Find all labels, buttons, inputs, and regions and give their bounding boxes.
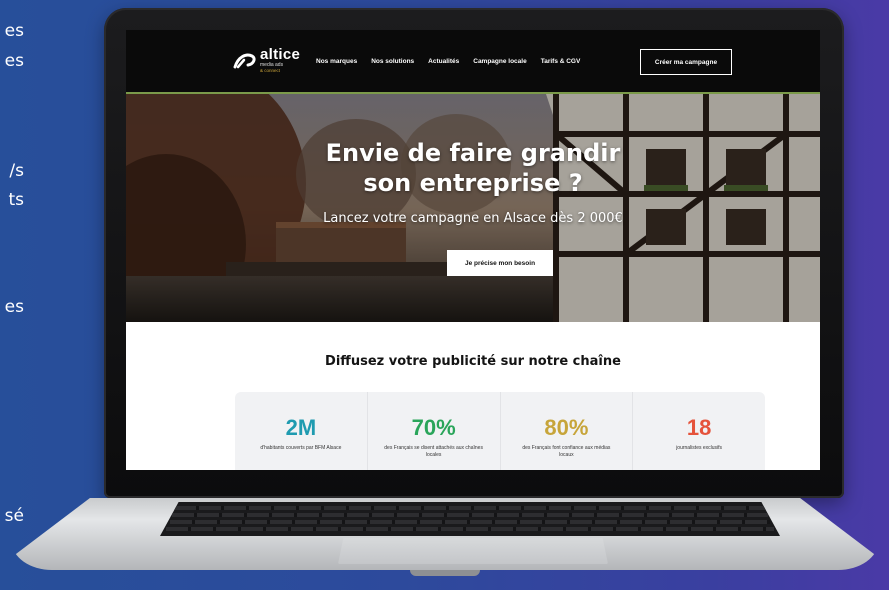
side-fragment: es bbox=[4, 297, 24, 317]
stat-card: 70% des Français se disent attachés aux … bbox=[368, 392, 501, 470]
stat-value: 70% bbox=[411, 415, 456, 440]
laptop-base-notch bbox=[410, 570, 480, 576]
stat-value: 2M bbox=[285, 415, 317, 440]
nav-item-nos-marques[interactable]: Nos marques bbox=[316, 58, 357, 65]
hero-title: Envie de faire grandir son entreprise ? bbox=[126, 138, 820, 198]
stat-label: des Français se disent attachés aux chaî… bbox=[384, 445, 483, 458]
hero-banner: Envie de faire grandir son entreprise ? … bbox=[126, 94, 820, 322]
side-fragment: es bbox=[4, 21, 24, 41]
stat-card: 80% des Français font confiance aux médi… bbox=[501, 392, 634, 470]
create-campaign-button[interactable]: Créer ma campagne bbox=[640, 49, 732, 75]
side-fragment: s/ bbox=[9, 161, 24, 181]
main-nav: Nos marques Nos solutions Actualités Cam… bbox=[316, 58, 594, 65]
side-fragment: sé bbox=[4, 506, 24, 526]
stat-card: 18 journalistes exclusifs bbox=[633, 392, 765, 470]
site-header: altice media ads & connect Nos marques N… bbox=[126, 30, 820, 94]
specify-need-button[interactable]: Je précise mon besoin bbox=[447, 250, 553, 276]
laptop-keyboard bbox=[160, 502, 780, 536]
hero-title-line-1: Envie de faire grandir bbox=[325, 139, 621, 167]
stat-value: 80% bbox=[544, 415, 589, 440]
side-fragment: ts bbox=[8, 190, 24, 210]
nav-item-nos-solutions[interactable]: Nos solutions bbox=[371, 58, 414, 65]
hero-title-line-2: son entreprise ? bbox=[363, 169, 583, 197]
stat-label: journalistes exclusifs bbox=[676, 445, 723, 451]
strasbourg-photo bbox=[126, 94, 820, 322]
logo-subtitle-2: & connect bbox=[260, 68, 281, 73]
nav-item-actualites[interactable]: Actualités bbox=[428, 58, 459, 65]
logo-name: altice bbox=[260, 46, 301, 63]
hero-subtitle: Lancez votre campagne en Alsace dès 2 00… bbox=[323, 211, 623, 226]
nav-item-campagne-locale[interactable]: Campagne locale bbox=[473, 58, 526, 65]
stat-card: 2M d'habitants couverts par BFM Alsace bbox=[235, 392, 368, 470]
laptop-screen: altice media ads & connect Nos marques N… bbox=[126, 30, 820, 470]
stat-label: d'habitants couverts par BFM Alsace bbox=[260, 445, 342, 451]
section-title: Diffusez votre publicité sur notre chaîn… bbox=[325, 354, 621, 369]
stats-panel: 2M d'habitants couverts par BFM Alsace 7… bbox=[235, 392, 765, 470]
laptop-trackpad bbox=[338, 538, 608, 564]
altice-logo-icon bbox=[232, 52, 258, 70]
stat-label: des Français font confiance aux médias l… bbox=[522, 445, 611, 458]
side-fragment: es bbox=[4, 51, 24, 71]
stat-value: 18 bbox=[686, 415, 712, 440]
altice-logo[interactable]: altice media ads & connect bbox=[232, 46, 301, 73]
nav-item-tarifs-cgv[interactable]: Tarifs & CGV bbox=[541, 58, 581, 65]
